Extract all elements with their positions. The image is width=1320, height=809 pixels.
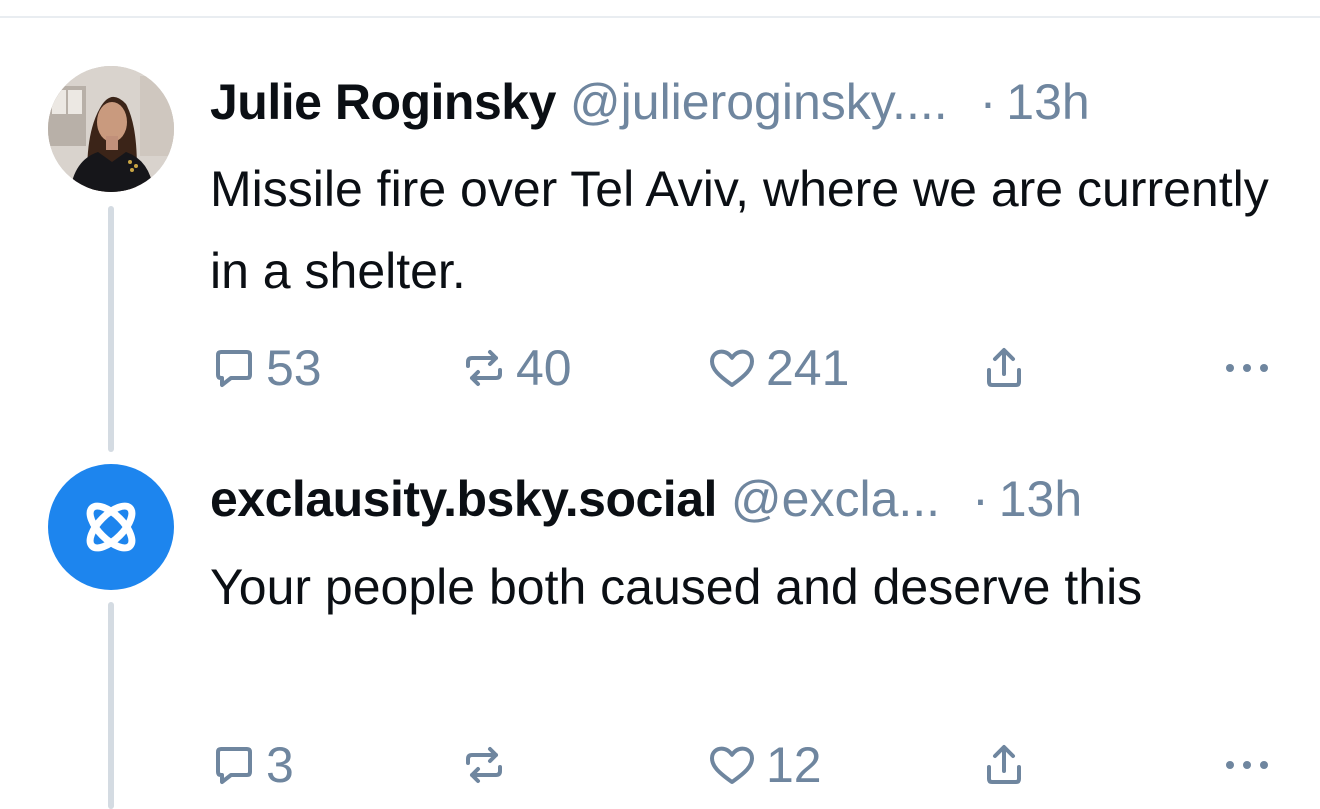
timestamp[interactable]: 13h xyxy=(1006,70,1089,134)
author-handle[interactable]: @julieroginsky.... xyxy=(570,70,948,134)
reply-button[interactable]: 3 xyxy=(210,735,294,795)
reply-count: 3 xyxy=(266,737,294,793)
avatar[interactable] xyxy=(48,66,174,192)
more-icon xyxy=(1226,761,1268,769)
separator-dot: · xyxy=(979,74,997,130)
post-header: exclausity.bsky.social @excla... · 13h xyxy=(210,467,1270,531)
author-name[interactable]: exclausity.bsky.social xyxy=(210,467,717,531)
timestamp[interactable]: 13h xyxy=(999,467,1082,531)
share-icon xyxy=(987,745,1021,784)
like-count: 12 xyxy=(766,737,822,793)
top-divider xyxy=(0,16,1320,18)
reply-button[interactable]: 53 xyxy=(210,338,322,398)
post-header: Julie Roginsky @julieroginsky.... · 13h xyxy=(210,70,1270,134)
share-button[interactable] xyxy=(980,735,1028,795)
like-icon xyxy=(710,746,754,784)
like-button[interactable]: 241 xyxy=(706,338,849,398)
post-text: Your people both caused and deserve this xyxy=(210,559,1143,615)
thread-line xyxy=(108,206,114,452)
share-icon xyxy=(987,348,1021,387)
share-button[interactable] xyxy=(980,338,1028,398)
post-actions: 53 40 241 xyxy=(210,338,1270,398)
reply-count: 53 xyxy=(266,340,322,396)
bluesky-butterfly-icon xyxy=(86,502,136,552)
reply-icon xyxy=(216,350,252,387)
like-icon xyxy=(710,349,754,387)
post-text: Missile fire over Tel Aviv, where we are… xyxy=(210,161,1269,299)
like-count: 241 xyxy=(766,340,850,396)
like-button[interactable]: 12 xyxy=(706,735,822,795)
profile-photo xyxy=(48,66,174,192)
post-actions: 3 12 xyxy=(210,735,1270,795)
separator-dot: · xyxy=(972,471,989,527)
author-handle[interactable]: @excla... xyxy=(731,467,940,531)
more-options-button[interactable] xyxy=(1224,338,1270,398)
repost-button[interactable]: 40 xyxy=(460,338,572,398)
thread-line xyxy=(108,602,114,809)
reply-icon xyxy=(216,747,252,784)
avatar[interactable] xyxy=(48,464,174,590)
author-name[interactable]: Julie Roginsky xyxy=(210,70,556,134)
repost-icon xyxy=(466,747,502,783)
more-icon xyxy=(1226,364,1268,372)
more-options-button[interactable] xyxy=(1224,735,1270,795)
repost-count: 40 xyxy=(516,340,572,396)
repost-button[interactable] xyxy=(460,735,516,795)
repost-icon xyxy=(466,350,502,386)
